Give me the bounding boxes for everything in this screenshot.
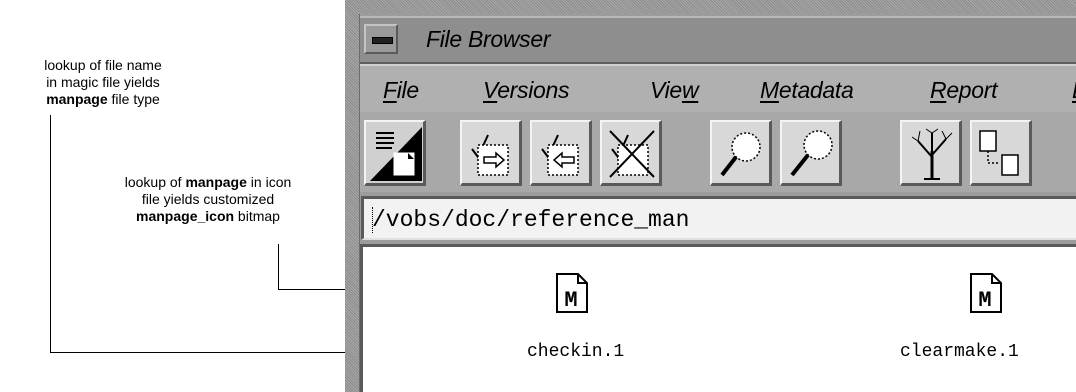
window-menu-icon[interactable]	[364, 24, 398, 54]
menu-label: ile	[396, 77, 419, 103]
annotation-text: bitmap	[234, 208, 280, 224]
version-tree-button[interactable]	[900, 120, 962, 186]
menu-mnemonic: R	[930, 77, 947, 103]
file-name: clearmake.1	[900, 342, 1019, 362]
uncheckout-icon	[609, 130, 655, 178]
menu-mnemonic: F	[383, 77, 397, 103]
file-browser-window: File Browser File Versions View Metadata…	[345, 0, 1076, 392]
window-top-border[interactable]	[359, 0, 1076, 14]
manpage-glyph: M	[978, 288, 991, 313]
path-value: /vobs/doc/reference_man	[372, 207, 690, 233]
annotation-file-type: lookup of file name in magic file yields…	[0, 57, 206, 108]
checkout-icon	[471, 134, 509, 176]
text-cursor	[372, 207, 375, 233]
menu-label: ersions	[497, 77, 570, 103]
uncheckout-button[interactable]	[600, 120, 662, 186]
menu-edit-partial[interactable]: E	[1072, 77, 1076, 104]
menu-mnemonic: V	[483, 77, 498, 103]
menu-metadata[interactable]: Metadata	[760, 77, 854, 104]
file-item-checkin[interactable]: M checkin.1	[363, 247, 703, 387]
menu-view[interactable]: View	[650, 77, 699, 104]
file-item-clearmake[interactable]: M clearmake.1	[883, 247, 1076, 387]
annotation-line: manpage_icon bitmap	[70, 208, 346, 225]
checkin-button[interactable]	[530, 120, 592, 186]
window-resize-border[interactable]	[345, 0, 360, 392]
checkout-button[interactable]	[460, 120, 522, 186]
history-button[interactable]	[970, 120, 1032, 186]
annotation-text: file type	[107, 91, 160, 107]
window-titlebar[interactable]: File Browser	[360, 16, 1076, 64]
checkin-icon	[541, 134, 579, 176]
annotation-bold-term: manpage	[185, 174, 247, 190]
view-toggle-icon	[370, 127, 422, 181]
annotation-text: lookup of	[124, 174, 186, 190]
annotation-line: in magic file yields	[46, 74, 160, 90]
menu-file[interactable]: File	[383, 77, 419, 104]
menu-mnemonic: w	[681, 77, 699, 103]
find-next-button[interactable]	[780, 120, 842, 186]
menu-mnemonic: M	[760, 77, 779, 103]
window-menu-bar-glyph	[372, 37, 393, 44]
annotation-text: in icon	[246, 174, 292, 190]
path-input[interactable]: /vobs/doc/reference_man	[361, 196, 1076, 240]
find-next-icon	[790, 130, 833, 177]
file-name: checkin.1	[527, 342, 625, 362]
annotation-bold-term: manpage	[46, 91, 108, 107]
window-title: File Browser	[426, 26, 551, 52]
toolbar	[360, 112, 1076, 192]
find-icon	[720, 132, 761, 177]
annotation-icon-bitmap: lookup of manpage in icon file yields cu…	[70, 174, 346, 225]
annotation-line: file yields customized	[141, 191, 275, 207]
view-toggle-button[interactable]	[364, 120, 426, 186]
manpage-glyph: M	[564, 288, 577, 313]
menubar: File Versions View Metadata Report E	[360, 64, 1076, 114]
annotation-line: lookup of file name	[44, 57, 162, 73]
leader-line-file-type-vertical	[50, 115, 51, 353]
manpage-icon: M	[970, 273, 1002, 313]
menu-label: Vie	[650, 77, 682, 103]
history-icon	[979, 130, 1019, 176]
menu-label: eport	[946, 77, 998, 103]
annotation-bold-term: manpage_icon	[136, 208, 235, 224]
manpage-icon: M	[556, 273, 588, 313]
menu-versions[interactable]: Versions	[483, 77, 570, 104]
annotation-line: manpage file type	[0, 91, 206, 108]
annotation-line: lookup of manpage in icon	[70, 174, 346, 191]
version-tree-icon	[911, 128, 953, 180]
menu-label: etadata	[778, 77, 854, 103]
menu-report[interactable]: Report	[930, 77, 998, 104]
find-button[interactable]	[710, 120, 772, 186]
menu-mnemonic: E	[1072, 77, 1076, 103]
file-list-area[interactable]: M checkin.1 M clearmake.1	[360, 244, 1076, 392]
leader-line-icon-vertical	[278, 244, 279, 290]
